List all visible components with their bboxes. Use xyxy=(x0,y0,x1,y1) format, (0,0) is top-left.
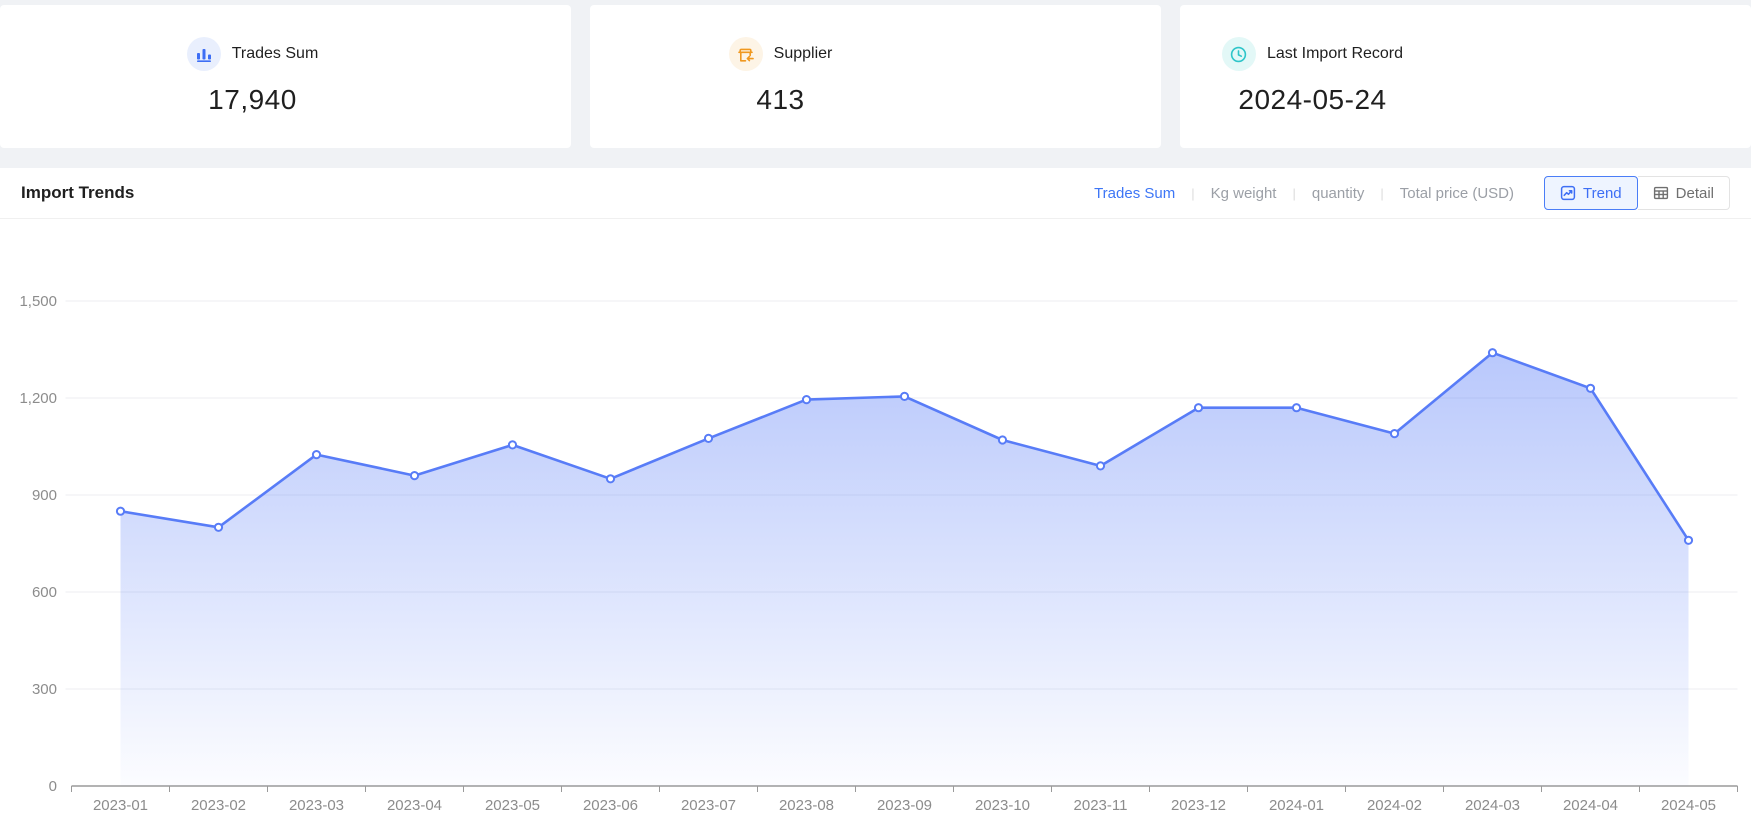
svg-text:2023-08: 2023-08 xyxy=(779,797,834,814)
panel-header: Import Trends Trades Sum | Kg weight | q… xyxy=(0,168,1751,219)
svg-text:2024-02: 2024-02 xyxy=(1367,797,1422,814)
clock-icon xyxy=(1222,37,1256,71)
stats-cards-row: Trades Sum 17,940 Supplier xyxy=(0,0,1751,148)
trades-sum-value: 17,940 xyxy=(208,84,297,116)
svg-text:0: 0 xyxy=(49,778,57,795)
supplier-label: Supplier xyxy=(774,45,833,63)
svg-text:1,500: 1,500 xyxy=(19,293,57,310)
tab-separator: | xyxy=(1191,186,1194,201)
last-import-record-label: Last Import Record xyxy=(1267,45,1403,63)
trend-button-label: Trend xyxy=(1583,185,1622,202)
svg-text:2024-04: 2024-04 xyxy=(1563,797,1618,814)
trend-button[interactable]: Trend xyxy=(1544,176,1638,210)
storefront-icon xyxy=(729,37,763,71)
tab-kg-weight[interactable]: Kg weight xyxy=(1211,185,1277,202)
svg-text:2023-11: 2023-11 xyxy=(1074,797,1128,814)
svg-text:2024-01: 2024-01 xyxy=(1269,797,1324,814)
tab-trades-sum[interactable]: Trades Sum xyxy=(1094,185,1175,202)
table-icon xyxy=(1653,185,1669,201)
svg-text:300: 300 xyxy=(32,681,57,698)
svg-text:2023-03: 2023-03 xyxy=(289,797,344,814)
last-import-record-card: Last Import Record 2024-05-24 xyxy=(1180,5,1751,148)
page-title: Import Trends xyxy=(21,183,134,203)
tab-quantity[interactable]: quantity xyxy=(1312,185,1365,202)
svg-text:1,200: 1,200 xyxy=(19,390,57,407)
tab-separator: | xyxy=(1292,186,1295,201)
svg-text:2023-12: 2023-12 xyxy=(1171,797,1226,814)
svg-text:2023-04: 2023-04 xyxy=(387,797,442,814)
supplier-card: Supplier 413 xyxy=(590,5,1161,148)
trend-chart[interactable]: 0 300 600 900 1,200 1,500 2023-01 2023-02 2023-0… xyxy=(0,219,1751,819)
trades-sum-label: Trades Sum xyxy=(232,45,319,63)
detail-button[interactable]: Detail xyxy=(1638,176,1730,210)
svg-text:600: 600 xyxy=(32,584,57,601)
import-trends-panel: Import Trends Trades Sum | Kg weight | q… xyxy=(0,168,1751,819)
detail-button-label: Detail xyxy=(1676,185,1714,202)
tab-separator: | xyxy=(1380,186,1383,201)
svg-text:2023-07: 2023-07 xyxy=(681,797,736,814)
svg-text:2023-01: 2023-01 xyxy=(93,797,148,814)
view-toggle-group: Trend Detail xyxy=(1544,176,1730,210)
svg-text:2024-03: 2024-03 xyxy=(1465,797,1520,814)
svg-text:900: 900 xyxy=(32,487,57,504)
svg-text:2023-06: 2023-06 xyxy=(583,797,638,814)
trades-sum-card: Trades Sum 17,940 xyxy=(0,5,571,148)
svg-text:2023-10: 2023-10 xyxy=(975,797,1030,814)
svg-text:2024-05: 2024-05 xyxy=(1661,797,1716,814)
last-import-record-value: 2024-05-24 xyxy=(1238,84,1386,116)
svg-text:2023-05: 2023-05 xyxy=(485,797,540,814)
supplier-value: 413 xyxy=(756,84,804,116)
svg-text:2023-09: 2023-09 xyxy=(877,797,932,814)
tab-total-price-usd[interactable]: Total price (USD) xyxy=(1400,185,1514,202)
metric-tabs: Trades Sum | Kg weight | quantity | Tota… xyxy=(1094,185,1514,202)
bar-chart-icon xyxy=(187,37,221,71)
svg-text:2023-02: 2023-02 xyxy=(191,797,246,814)
trend-chart-canvas: 0 300 600 900 1,200 1,500 2023-01 2023-02 2023-0… xyxy=(0,219,1751,819)
trend-chart-icon xyxy=(1560,185,1576,201)
